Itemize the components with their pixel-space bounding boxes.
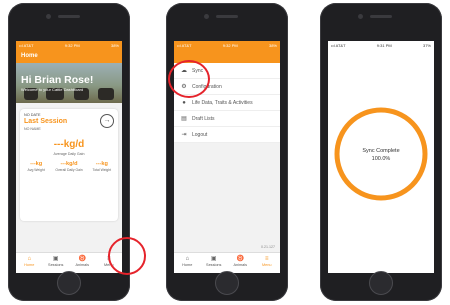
earpiece: [58, 15, 80, 18]
session-title: Last Session: [24, 118, 68, 125]
menu-item-logout[interactable]: ⇥ Logout: [174, 127, 280, 143]
tab-home[interactable]: ⌂ Home: [16, 253, 43, 273]
stat-avg-weight: ---kg Avg Weight: [20, 161, 52, 172]
tab-bar: ⌂ Home ▣ Sessions ♉ Animals ≡ Menu: [16, 252, 122, 273]
session-name: NO NAME: [24, 127, 41, 131]
tab-animals[interactable]: ♉ Animals: [69, 253, 96, 273]
tab-label: Menu: [262, 263, 272, 267]
menu-item-draft-lists[interactable]: ▤ Draft Lists: [174, 111, 280, 127]
home-button[interactable]: [57, 271, 81, 295]
page-title: Home: [16, 49, 122, 63]
home-icon: ⌂: [27, 256, 32, 262]
stat-value: ---kg: [30, 161, 43, 167]
daily-gain-value: ---kg/d: [53, 139, 85, 150]
stat-label: Total Weight: [92, 168, 112, 172]
welcome-text: Welcome to your Cattle Dashboard: [21, 87, 84, 92]
stat-overall-gain: ---kg/d Overall Daily Gain: [53, 161, 85, 172]
highlight-circle-sync: [168, 60, 210, 98]
menu-item-label: Logout: [192, 131, 208, 138]
tab-label: Home: [182, 263, 193, 267]
app-version: 0.21.127: [261, 245, 275, 249]
menu-icon: ≡: [264, 256, 269, 262]
logout-icon: ⇥: [181, 132, 187, 138]
tab-sessions[interactable]: ▣ Sessions: [201, 253, 228, 273]
battery: 38%: [268, 42, 277, 48]
tab-home[interactable]: ⌂ Home: [174, 253, 201, 273]
status-bar: ••l AT&T 9:32 PM 38%: [16, 41, 122, 49]
tab-animals[interactable]: ♉ Animals: [227, 253, 254, 273]
tab-menu[interactable]: ≡ Menu: [254, 253, 281, 273]
tab-label: Sessions: [206, 263, 222, 267]
home-button[interactable]: [215, 271, 239, 295]
home-icon: ⌂: [185, 256, 190, 262]
tab-label: Animals: [233, 263, 247, 267]
menu-item-label: Draft Lists: [192, 115, 215, 122]
clipboard-icon: ▣: [210, 256, 217, 262]
stat-value: ---kg/d: [60, 161, 78, 167]
front-camera: [358, 14, 363, 19]
stat-label: Overall Daily Gain: [55, 168, 83, 172]
status-time: 9:32 PM: [222, 42, 238, 48]
cow-icon: ♉: [236, 256, 244, 262]
status-bar: ••l AT&T 9:31 PM 37%: [328, 41, 434, 49]
arrow-right-icon[interactable]: →: [100, 114, 114, 128]
sync-status-title: Sync Complete: [362, 148, 400, 154]
status-time: 9:31 PM: [376, 42, 392, 48]
sync-percent: 100.0%: [371, 156, 391, 162]
phone-sync: ••l AT&T 9:31 PM 37% Sync Complete 100.0…: [320, 3, 442, 301]
status-time: 9:32 PM: [64, 42, 80, 48]
earpiece: [216, 15, 238, 18]
front-camera: [204, 14, 209, 19]
clipboard-icon: ▣: [52, 256, 59, 262]
session-date: NO DATE: [24, 113, 41, 117]
home-button[interactable]: [369, 271, 393, 295]
stat-total-weight: ---kg Total Weight: [86, 161, 118, 172]
tab-label: Home: [24, 263, 35, 267]
menu-item-label: Life Data, Traits & Activities: [192, 99, 253, 106]
carrier: ••l AT&T: [331, 42, 346, 48]
stat-value: ---kg: [95, 161, 108, 167]
last-session-card[interactable]: NO DATE Last Session NO NAME → ---kg/d A…: [20, 109, 118, 221]
front-camera: [46, 14, 51, 19]
list-icon: ▤: [181, 116, 187, 122]
stat-label: Avg Weight: [27, 168, 45, 172]
highlight-circle-menu: [108, 237, 146, 275]
status-bar: ••l AT&T 9:32 PM 38%: [174, 41, 280, 49]
earpiece: [370, 15, 392, 18]
carrier: ••l AT&T: [19, 42, 34, 48]
info-icon: ●: [182, 99, 186, 106]
greeting: Hi Brian Rose!: [21, 74, 94, 86]
hero-banner: Hi Brian Rose! Welcome to your Cattle Da…: [16, 63, 122, 103]
progress-ring: [334, 107, 428, 201]
sync-screen: ••l AT&T 9:31 PM 37% Sync Complete 100.0…: [328, 41, 434, 273]
home-screen: ••l AT&T 9:32 PM 38% Home Hi Brian Rose!…: [16, 41, 122, 273]
carrier: ••l AT&T: [177, 42, 192, 48]
daily-gain-label: Average Daily Gain: [53, 152, 85, 156]
tab-label: Sessions: [48, 263, 64, 267]
cow-icon: ♉: [78, 256, 86, 262]
tab-bar: ⌂ Home ▣ Sessions ♉ Animals ≡ Menu: [174, 252, 280, 273]
cow-silhouette: [98, 88, 114, 100]
phone-menu: ••l AT&T 9:32 PM 38% ☁ Sync ⚙ Configuratio…: [166, 3, 288, 301]
battery: 38%: [110, 42, 119, 48]
tab-sessions[interactable]: ▣ Sessions: [43, 253, 70, 273]
tab-label: Animals: [75, 263, 89, 267]
battery: 37%: [422, 42, 431, 48]
